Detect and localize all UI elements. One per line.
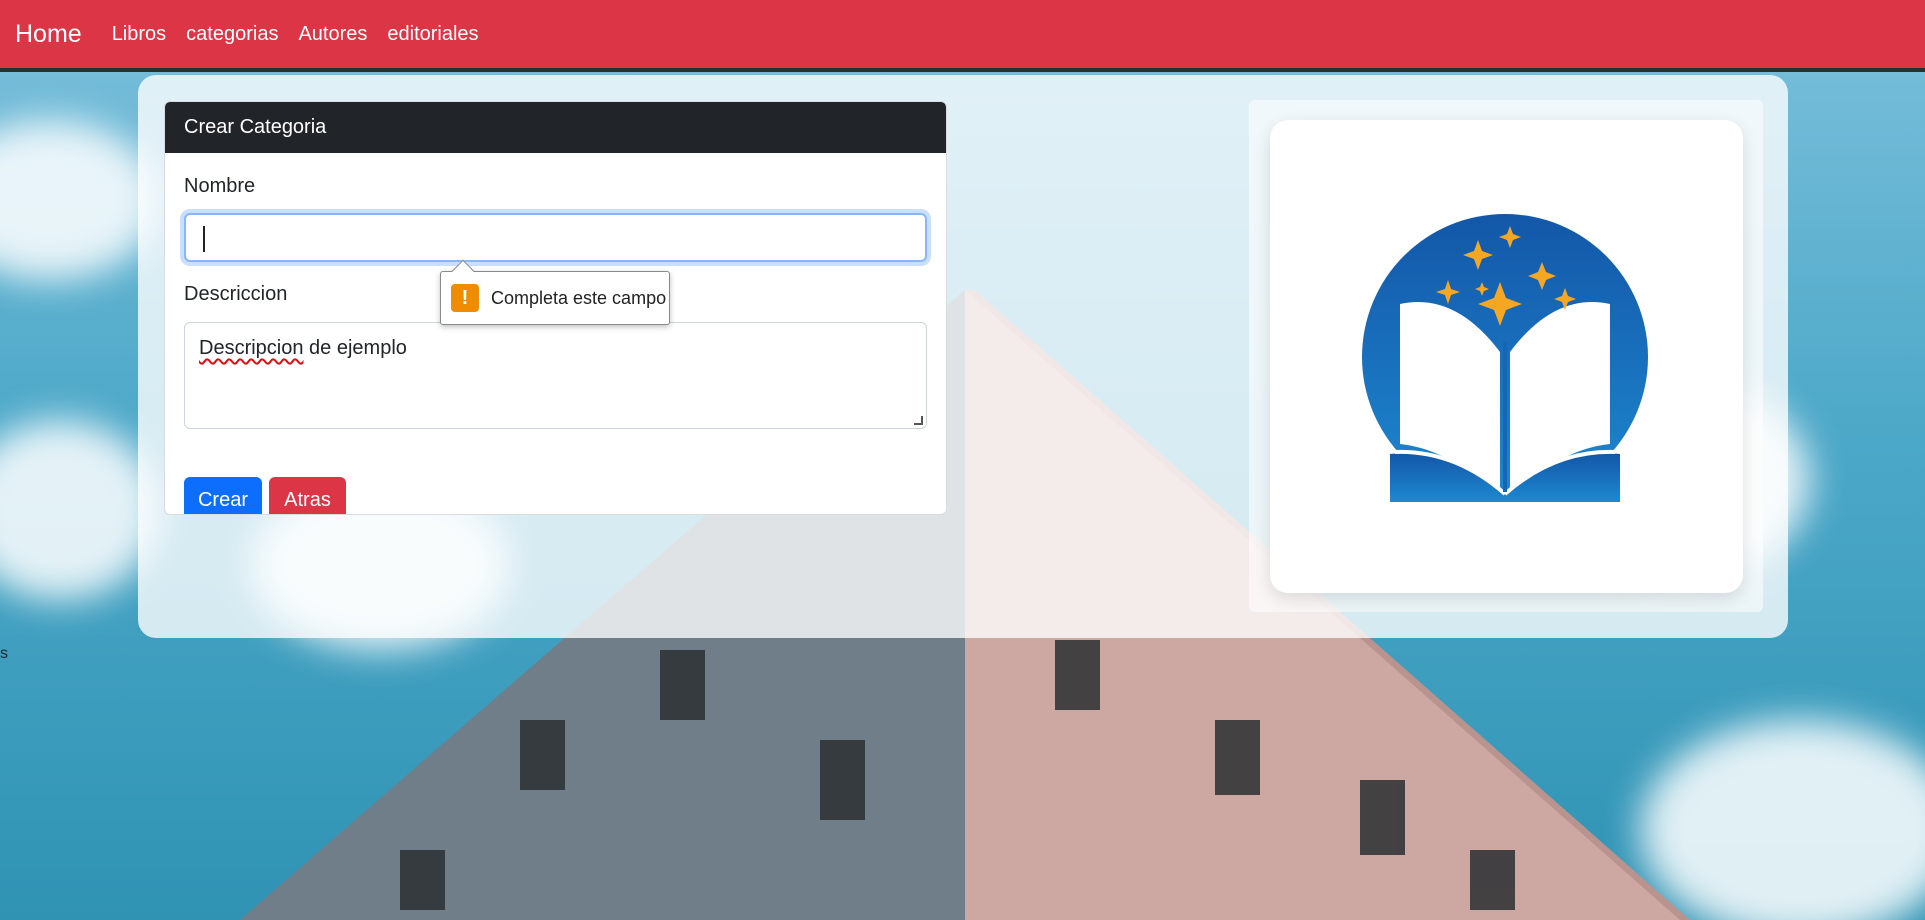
description-textarea[interactable]: Descripcion de ejemplo (184, 322, 927, 429)
nav-home-link[interactable]: Home (15, 20, 82, 49)
nav-link-autores[interactable]: Autores (298, 23, 367, 46)
create-button[interactable]: Crear (184, 477, 262, 514)
nav-link-categorias[interactable]: categorias (186, 23, 278, 46)
validation-tooltip: ! Completa este campo (440, 259, 670, 325)
open-book-with-stars-icon (1362, 214, 1648, 502)
resize-handle-icon[interactable] (914, 416, 923, 425)
card-title: Crear Categoria (165, 102, 946, 153)
name-label: Nombre (184, 175, 256, 197)
description-misspelled-word: Descripcion (199, 337, 304, 359)
back-button[interactable]: Atras (269, 477, 346, 514)
warning-icon: ! (451, 284, 479, 312)
description-label: Descriccion (184, 283, 288, 305)
nav-link-libros[interactable]: Libros (112, 23, 166, 46)
nav-link-editoriales[interactable]: editoriales (387, 23, 478, 46)
validation-message: Completa este campo (491, 287, 667, 308)
text-caret (203, 226, 205, 252)
navbar: Home Libros categorias Autores editorial… (0, 0, 1925, 72)
description-text-rest: de ejemplo (303, 337, 407, 359)
name-input[interactable] (184, 213, 927, 262)
stray-text: s (0, 645, 8, 662)
